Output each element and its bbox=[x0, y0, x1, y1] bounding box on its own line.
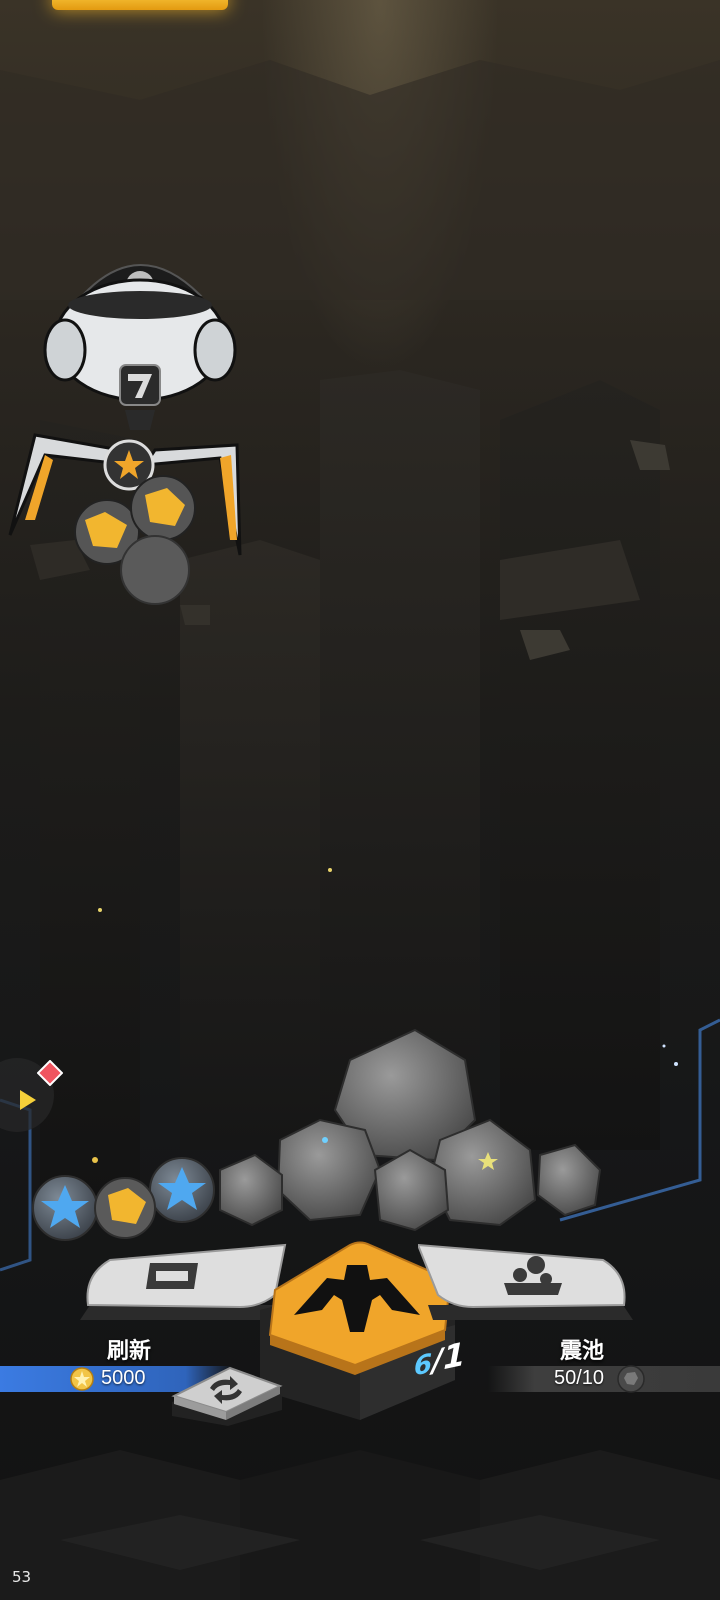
shake-pool-label: 震池 bbox=[560, 1339, 605, 1364]
shake-pool-button[interactable] bbox=[418, 1235, 643, 1330]
claw-count-total: 1 bbox=[443, 1334, 466, 1378]
refresh-cost-value: 5000 bbox=[101, 1367, 146, 1389]
game-scene: 刷新 5000 6/1 震池 50/10 53 bbox=[0, 0, 720, 1600]
prize-ball-pile bbox=[32, 1028, 602, 1241]
recycle-arrows-icon bbox=[210, 1376, 242, 1404]
top-gold-bar bbox=[52, 0, 228, 10]
claw-count-separator: / bbox=[432, 1342, 444, 1380]
shake-pool-progress-value: 50/10 bbox=[554, 1367, 605, 1389]
gold-star-coin-icon bbox=[70, 1367, 94, 1391]
rock-orb-icon bbox=[617, 1365, 645, 1393]
recycle-button[interactable] bbox=[168, 1362, 286, 1428]
play-arrow-icon bbox=[20, 1090, 36, 1110]
number-7-icon bbox=[119, 364, 161, 406]
shake-pool-icon bbox=[504, 1256, 562, 1295]
floor-tiles bbox=[0, 1450, 720, 1600]
red-diamond-icon bbox=[37, 1060, 63, 1086]
claw-machine-icon bbox=[8, 264, 242, 605]
claw-count-current: 6 bbox=[414, 1348, 433, 1383]
refresh-label: 刷新 bbox=[107, 1339, 152, 1364]
refresh-card-icon bbox=[146, 1263, 198, 1289]
claw-icon bbox=[294, 1265, 420, 1332]
fps-counter: 53 bbox=[12, 1568, 32, 1586]
